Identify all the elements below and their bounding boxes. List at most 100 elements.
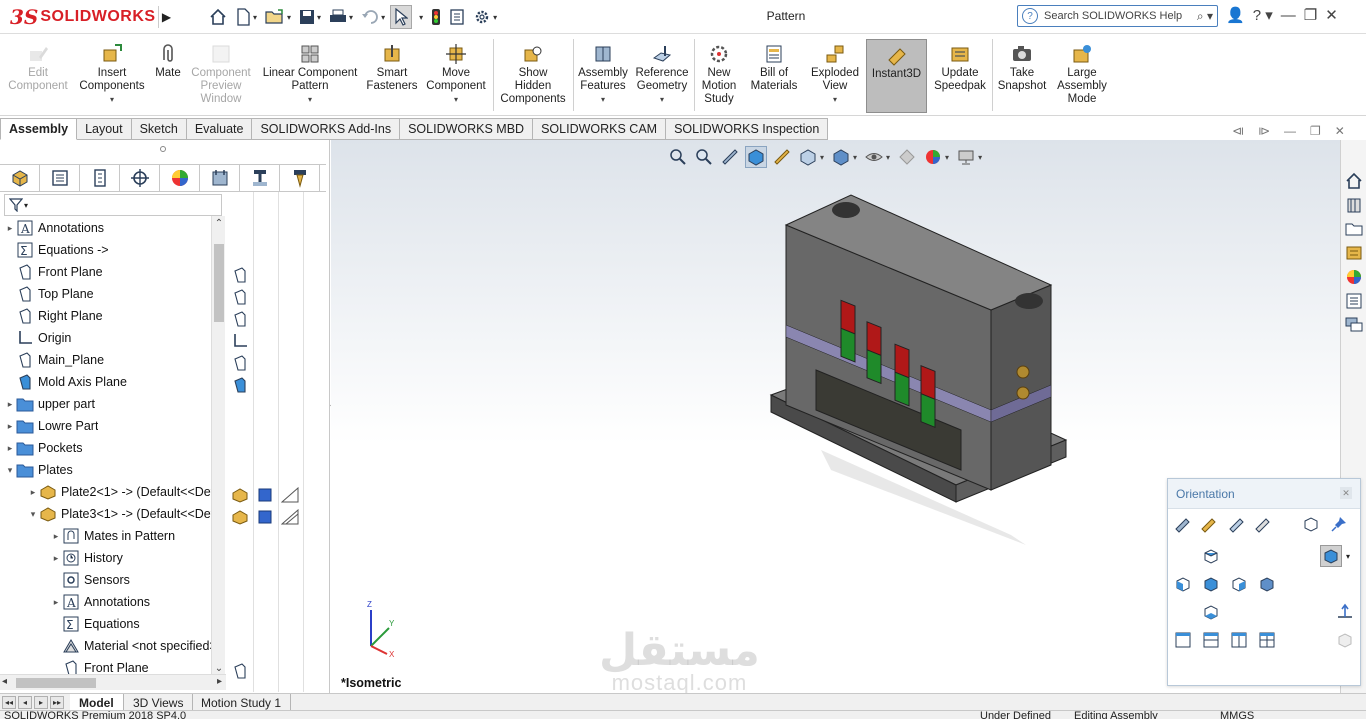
next-tab-arrow[interactable]: ▸: [34, 696, 48, 709]
reference-geometry-button[interactable]: Reference Geometry ▾: [632, 39, 692, 113]
apply-scene-button[interactable]: [922, 146, 944, 168]
display-manager-tab[interactable]: [160, 165, 200, 191]
tree-item[interactable]: ▸ A Annotations: [0, 217, 212, 239]
scroll-right-arrow[interactable]: ▸: [217, 676, 222, 687]
two-view-vertical-button[interactable]: [1228, 629, 1250, 651]
panel-splitter-handle[interactable]: [160, 146, 166, 152]
display-style-dropdown[interactable]: ▾: [853, 153, 857, 162]
design-library-tab[interactable]: [1343, 194, 1365, 216]
view-settings-dropdown[interactable]: ▾: [978, 153, 982, 162]
tree-item[interactable]: ▸ Lowre Part: [0, 415, 212, 437]
link-views-button[interactable]: [1334, 629, 1356, 651]
tree-expander-icon[interactable]: ▾: [27, 509, 39, 520]
large-assembly-mode-button[interactable]: Large Assembly Mode: [1054, 39, 1110, 113]
tree-item[interactable]: ▾ Plate3<1> -> (Default<<Default>_D: [0, 503, 212, 525]
tree-expander-icon[interactable]: ▸: [4, 223, 16, 234]
tree-item[interactable]: Mold Axis Plane: [0, 371, 212, 393]
view-orientation-dropdown[interactable]: ▾: [820, 153, 824, 162]
solidworks-logo[interactable]: 3S SOLIDWORKS: [10, 5, 155, 29]
back-view-button[interactable]: [1256, 573, 1278, 595]
tree-expander-icon[interactable]: ▾: [4, 465, 16, 476]
tree-vertical-scrollbar[interactable]: ⌃ ⌄: [211, 216, 225, 676]
new-view-button[interactable]: [1172, 513, 1194, 535]
next-window-icon[interactable]: ⧐: [1258, 124, 1270, 138]
dynamic-annotation-button[interactable]: [771, 146, 793, 168]
edit-component-button[interactable]: Edit Component: [2, 39, 74, 113]
first-tab-arrow[interactable]: ◂◂: [2, 696, 16, 709]
four-view-button[interactable]: [1256, 629, 1278, 651]
tree-expander-icon[interactable]: ▸: [50, 553, 62, 564]
tab-solidworks-add-ins[interactable]: SOLIDWORKS Add-Ins: [252, 118, 401, 140]
mate-button[interactable]: Mate: [150, 39, 186, 113]
update-speedpak-button[interactable]: Update Speedpak: [932, 39, 988, 113]
assembly-features-button[interactable]: Assembly Features ▾: [576, 39, 630, 113]
tree-item[interactable]: Right Plane: [0, 305, 212, 327]
smart-fasteners-button[interactable]: Smart Fasteners: [364, 39, 420, 113]
component-preview-window-button[interactable]: Component Preview Window: [188, 39, 254, 113]
select-tool-button[interactable]: [390, 5, 413, 29]
select-dropdown[interactable]: ▾: [414, 5, 426, 29]
minimize-document-button[interactable]: —: [1284, 124, 1296, 138]
save-button[interactable]: ▾: [296, 5, 324, 29]
home-button[interactable]: [206, 5, 230, 29]
help-search-field[interactable]: ? Search SOLIDWORKS Help ⌕ ▾: [1017, 5, 1218, 27]
tree-item[interactable]: Front Plane: [0, 261, 212, 283]
left-view-button[interactable]: [1172, 573, 1194, 595]
scene-dropdown[interactable]: ▾: [945, 153, 949, 162]
view-cube-button[interactable]: [1300, 513, 1322, 535]
feature-tree-tab[interactable]: [0, 165, 40, 191]
tree-item[interactable]: Top Plane: [0, 283, 212, 305]
display-style-button[interactable]: [830, 146, 852, 168]
menu-expand-arrow[interactable]: ▶: [158, 6, 174, 28]
tab-solidworks-inspection[interactable]: SOLIDWORKS Inspection: [666, 118, 829, 140]
scroll-thumb[interactable]: [214, 244, 224, 322]
tree-filter-button[interactable]: ▾: [4, 194, 222, 216]
close-icon[interactable]: ✕: [1340, 487, 1352, 499]
isometric-view-button[interactable]: [1320, 545, 1342, 567]
top-view-button[interactable]: [1200, 545, 1222, 567]
tree-item[interactable]: Material <not specified>: [0, 635, 212, 657]
tree-item[interactable]: Main_Plane: [0, 349, 212, 371]
view-selector-toggle-button[interactable]: [1252, 513, 1274, 535]
cam-tool-tree-tab[interactable]: [280, 165, 320, 191]
reference-geometry-dropdown[interactable]: ▾: [660, 93, 664, 106]
search-icon[interactable]: ⌕ ▾: [1197, 9, 1213, 24]
tab-assembly[interactable]: Assembly: [0, 118, 78, 140]
previous-window-icon[interactable]: ⧏: [1232, 124, 1244, 138]
new-document-button[interactable]: ▾: [232, 5, 260, 29]
tree-item[interactable]: ▾ Plates: [0, 459, 212, 481]
pin-dialog-button[interactable]: [1328, 513, 1350, 535]
tree-item[interactable]: ▸ Mates in Pattern: [0, 525, 212, 547]
minimize-window-button[interactable]: —: [1281, 7, 1296, 24]
rebuild-button[interactable]: [428, 5, 444, 29]
tree-expander-icon[interactable]: ▸: [50, 531, 62, 542]
bottom-view-button[interactable]: [1200, 601, 1222, 623]
tree-item[interactable]: Origin: [0, 327, 212, 349]
show-hidden-components-button[interactable]: Show Hidden Components: [496, 39, 570, 113]
cam-operation-tree-tab[interactable]: [240, 165, 280, 191]
edit-appearance-button[interactable]: [896, 146, 918, 168]
options-button[interactable]: ▾: [470, 5, 500, 29]
tree-expander-icon[interactable]: ▸: [4, 443, 16, 454]
last-tab-arrow[interactable]: ▸▸: [50, 696, 64, 709]
tree-item[interactable]: Σ Equations: [0, 613, 212, 635]
section-view-button[interactable]: [745, 146, 767, 168]
tab-sketch[interactable]: Sketch: [131, 118, 187, 140]
isometric-view-dropdown[interactable]: ▾: [1342, 545, 1354, 567]
assembly-features-dropdown[interactable]: ▾: [601, 93, 605, 106]
zoom-to-area-button[interactable]: [693, 146, 715, 168]
bill-of-materials-button[interactable]: Bill of Materials: [746, 39, 802, 113]
cam-feature-tree-tab[interactable]: [200, 165, 240, 191]
scroll-down-arrow[interactable]: ⌄: [212, 663, 226, 674]
user-account-icon[interactable]: 👤: [1226, 6, 1245, 24]
reset-standard-views-button[interactable]: [1226, 513, 1248, 535]
restore-window-button[interactable]: ❐: [1304, 6, 1317, 24]
tab-motion-study-1[interactable]: Motion Study 1: [192, 694, 292, 711]
move-component-dropdown[interactable]: ▾: [454, 93, 458, 106]
move-component-button[interactable]: Move Component ▾: [424, 39, 488, 113]
tab-solidworks-mbd[interactable]: SOLIDWORKS MBD: [400, 118, 534, 140]
view-palette-tab[interactable]: [1343, 242, 1365, 264]
help-button[interactable]: ? ▾: [1253, 6, 1273, 24]
tree-expander-icon[interactable]: ▸: [4, 421, 16, 432]
hide-show-dropdown[interactable]: ▾: [886, 153, 890, 162]
